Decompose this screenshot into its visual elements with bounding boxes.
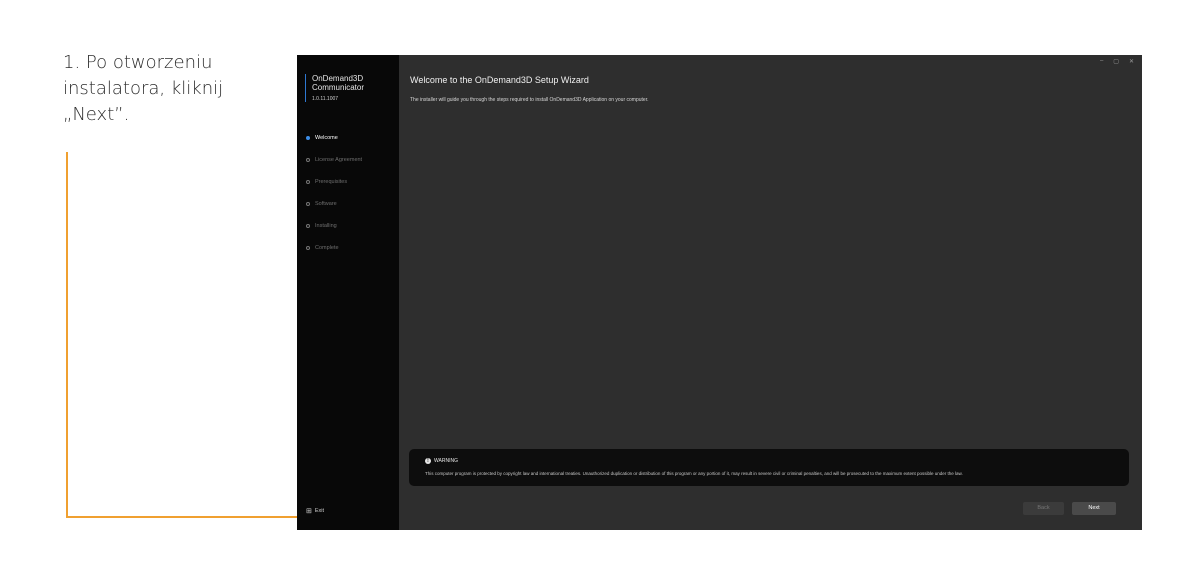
brand: OnDemand3D Communicator 1.0.11.1007: [305, 74, 364, 102]
warning-icon: !: [425, 458, 431, 464]
minimize-icon[interactable]: –: [1100, 58, 1103, 65]
warning-panel: ! WARNING This computer program is prote…: [409, 449, 1129, 486]
step-label: Welcome: [315, 135, 338, 141]
step-complete: Complete: [306, 237, 362, 259]
step-list: Welcome License Agreement Prerequisites …: [306, 127, 362, 259]
window-controls: – ▢ ✕: [1100, 58, 1134, 65]
step-indicator-icon: [306, 224, 310, 228]
step-installing: Installing: [306, 215, 362, 237]
step-indicator-icon: [306, 202, 310, 206]
back-button[interactable]: Back: [1023, 502, 1064, 515]
exit-icon: ⊞: [306, 508, 312, 515]
step-label: Installing: [315, 223, 337, 229]
step-label: Complete: [315, 245, 339, 251]
step-software: Software: [306, 193, 362, 215]
maximize-icon[interactable]: ▢: [1113, 58, 1119, 65]
page-title: Welcome to the OnDemand3D Setup Wizard: [410, 75, 589, 85]
step-indicator-icon: [306, 158, 310, 162]
step-welcome: Welcome: [306, 127, 362, 149]
step-indicator-icon: [306, 246, 310, 250]
step-license-agreement: License Agreement: [306, 149, 362, 171]
next-button[interactable]: Next: [1072, 502, 1116, 515]
step-prerequisites: Prerequisites: [306, 171, 362, 193]
brand-title: OnDemand3D Communicator: [312, 74, 365, 92]
step-label: Prerequisites: [315, 179, 348, 185]
installer-window: OnDemand3D Communicator 1.0.11.1007 Welc…: [297, 55, 1142, 530]
step-indicator-icon: [306, 136, 310, 140]
warning-heading: WARNING: [434, 458, 458, 464]
brand-version: 1.0.11.1007: [312, 96, 339, 102]
exit-label: Exit: [314, 508, 325, 514]
instruction-text: 1. Po otworzeniu instalatora, kliknij „N…: [63, 52, 224, 125]
step-indicator-icon: [306, 180, 310, 184]
close-icon[interactable]: ✕: [1129, 58, 1134, 65]
step-label: Software: [315, 201, 337, 207]
sidebar: OnDemand3D Communicator 1.0.11.1007 Welc…: [297, 55, 399, 530]
warning-text: This computer program is protected by co…: [425, 471, 963, 476]
step-label: License Agreement: [315, 157, 363, 163]
annotation-leader-vertical: [66, 152, 68, 518]
page-subtitle: The installer will guide you through the…: [410, 97, 649, 103]
exit-button[interactable]: ⊞ Exit: [306, 507, 324, 515]
warning-header: ! WARNING: [425, 458, 458, 464]
